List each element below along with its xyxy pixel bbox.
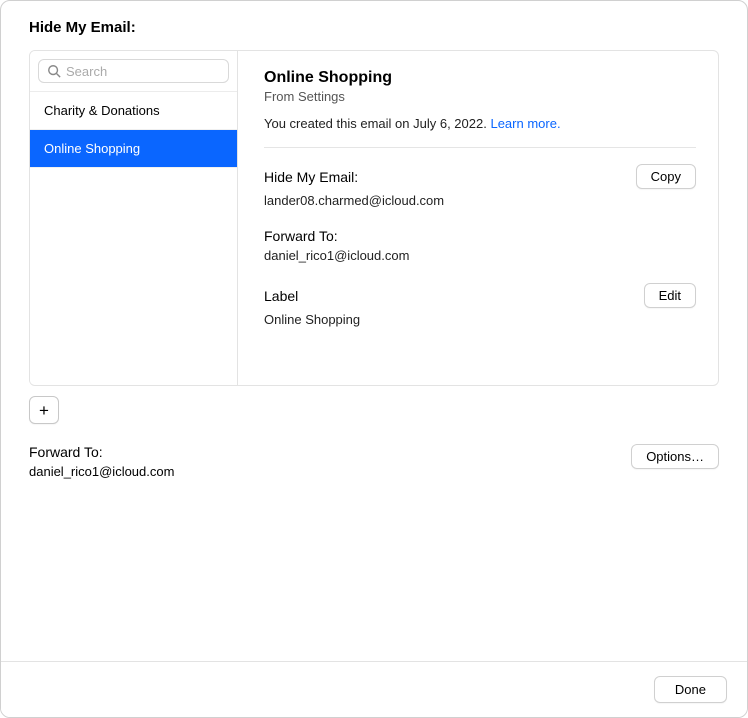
page-title: Hide My Email: (29, 19, 719, 36)
hide-my-email-value: lander08.charmed@icloud.com (264, 193, 696, 208)
hide-my-email-label: Hide My Email: (264, 169, 358, 185)
footer: Done (1, 661, 747, 717)
global-forward-value: daniel_rico1@icloud.com (29, 464, 174, 479)
sidebar-list: Charity & Donations Online Shopping (30, 92, 237, 385)
detail-subtitle: From Settings (264, 89, 696, 104)
plus-icon: + (39, 402, 49, 419)
content-area: Hide My Email: Charity & Donations Onlin… (1, 1, 747, 661)
global-forward-section: Forward To: daniel_rico1@icloud.com Opti… (29, 444, 719, 479)
forward-to-value: daniel_rico1@icloud.com (264, 248, 696, 263)
global-forward-label: Forward To: (29, 444, 174, 460)
done-button[interactable]: Done (654, 676, 727, 703)
search-field[interactable] (38, 59, 229, 83)
edit-button[interactable]: Edit (644, 283, 696, 308)
created-date: July 6, 2022 (413, 116, 483, 131)
created-prefix: You created this email on (264, 116, 413, 131)
below-panel: + Forward To: daniel_rico1@icloud.com Op… (29, 396, 719, 479)
hide-my-email-block: Hide My Email: Copy lander08.charmed@icl… (264, 164, 696, 208)
add-button[interactable]: + (29, 396, 59, 424)
main-panel: Charity & Donations Online Shopping Onli… (29, 50, 719, 386)
sidebar-item-charity-donations[interactable]: Charity & Donations (30, 92, 237, 130)
forward-to-label: Forward To: (264, 228, 338, 244)
sidebar: Charity & Donations Online Shopping (30, 51, 238, 385)
search-input[interactable] (66, 64, 220, 79)
copy-button[interactable]: Copy (636, 164, 696, 189)
detail-pane: Online Shopping From Settings You create… (238, 51, 718, 385)
detail-title: Online Shopping (264, 69, 696, 87)
label-field-label: Label (264, 288, 298, 304)
search-wrap (30, 51, 237, 92)
label-field-value: Online Shopping (264, 312, 696, 327)
learn-more-link[interactable]: Learn more. (490, 116, 560, 131)
label-field-block: Label Edit Online Shopping (264, 283, 696, 327)
forward-to-block: Forward To: daniel_rico1@icloud.com (264, 228, 696, 263)
search-icon (47, 64, 61, 78)
detail-created-line: You created this email on July 6, 2022. … (264, 116, 696, 131)
global-forward-left: Forward To: daniel_rico1@icloud.com (29, 444, 174, 479)
settings-window: Hide My Email: Charity & Donations Onlin… (0, 0, 748, 718)
divider (264, 147, 696, 148)
sidebar-item-online-shopping[interactable]: Online Shopping (30, 130, 237, 168)
options-button[interactable]: Options… (631, 444, 719, 469)
